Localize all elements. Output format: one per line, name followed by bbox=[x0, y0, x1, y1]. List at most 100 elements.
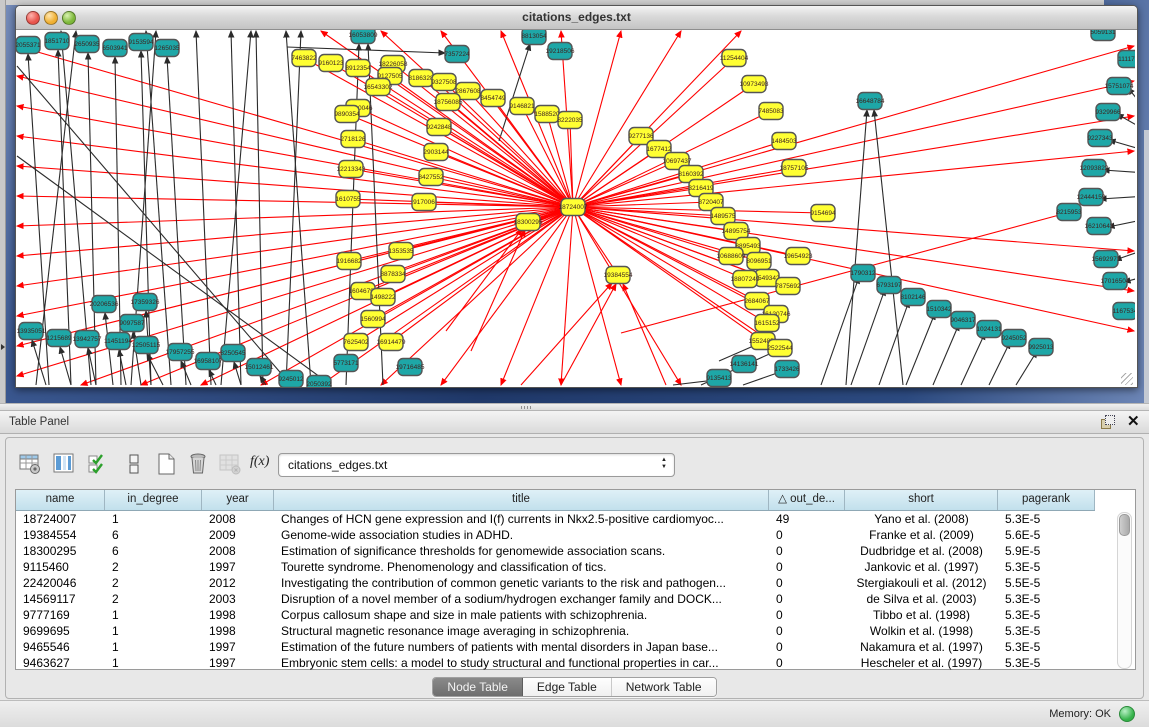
table-row[interactable]: 1872400712008Changes of HCN gene express… bbox=[16, 511, 1095, 527]
network-node[interactable]: 1510342 bbox=[926, 301, 952, 318]
network-node[interactable]: 6793197 bbox=[876, 277, 902, 294]
network-node[interactable]: 1615152 bbox=[754, 315, 780, 332]
network-node[interactable]: 1733426 bbox=[774, 361, 800, 378]
network-node[interactable]: 1790312 bbox=[850, 265, 876, 282]
network-node[interactable]: 18724007 bbox=[559, 199, 588, 216]
network-node[interactable]: 6503941 bbox=[102, 40, 128, 57]
network-node[interactable]: 1560994 bbox=[360, 311, 386, 328]
network-node[interactable]: 8186328 bbox=[408, 70, 434, 87]
table-mode-icon[interactable] bbox=[18, 452, 42, 476]
column-header-out_de[interactable]: △ out_de... bbox=[769, 490, 845, 510]
network-node[interactable]: 9097587 bbox=[119, 315, 145, 332]
network-node[interactable]: 2903144 bbox=[423, 144, 449, 161]
network-node[interactable]: 9154694 bbox=[810, 205, 836, 222]
table-row[interactable]: 1456911722003Disruption of a novel membe… bbox=[16, 591, 1095, 607]
tab-edge-table[interactable]: Edge Table bbox=[523, 678, 612, 696]
network-node[interactable]: 18300295 bbox=[514, 214, 543, 231]
network-node[interactable]: 9153594 bbox=[128, 34, 154, 51]
network-node[interactable]: 1588520 bbox=[534, 106, 560, 123]
float-panel-icon[interactable] bbox=[1101, 415, 1116, 430]
network-node[interactable]: 8878334 bbox=[380, 266, 406, 283]
network-node[interactable]: 8250545 bbox=[220, 345, 246, 362]
network-node[interactable]: 11254404 bbox=[720, 50, 749, 67]
network-node[interactable]: 9146821 bbox=[509, 98, 535, 115]
new-column-icon[interactable] bbox=[154, 452, 178, 476]
network-node[interactable]: 12444159 bbox=[1077, 189, 1106, 206]
network-node[interactable]: 12505115 bbox=[132, 337, 161, 354]
network-node[interactable]: 17957255 bbox=[166, 344, 195, 361]
left-panel-collapse-arrow-icon[interactable] bbox=[1, 344, 5, 350]
network-node[interactable]: 18757105 bbox=[780, 160, 809, 177]
network-node[interactable]: 11451194 bbox=[104, 333, 132, 350]
table-vertical-scrollbar[interactable] bbox=[1117, 512, 1132, 669]
network-node[interactable]: 16914479 bbox=[377, 334, 406, 351]
network-node[interactable]: 1353535 bbox=[388, 243, 414, 260]
network-node[interactable]: 16053809 bbox=[349, 30, 378, 44]
row-height-icon[interactable] bbox=[122, 452, 146, 476]
network-node[interactable]: 8215953 bbox=[1056, 204, 1082, 221]
network-node[interactable]: 9925013 bbox=[1028, 339, 1054, 356]
table-row[interactable]: 977716911998Corpus callosum shape and si… bbox=[16, 607, 1095, 623]
network-node[interactable]: 16958107 bbox=[194, 353, 223, 370]
network-window-titlebar[interactable]: citations_edges.txt bbox=[16, 6, 1137, 30]
network-node[interactable]: 1851710 bbox=[44, 33, 70, 50]
table-row[interactable]: 969969511998Structural magnetic resonanc… bbox=[16, 623, 1095, 639]
network-window[interactable]: citations_edges.txt 20553711851710265093… bbox=[15, 5, 1138, 388]
table-source-select[interactable]: citations_edges.txt ▲▼ bbox=[278, 453, 675, 477]
network-node[interactable]: 16543302 bbox=[364, 79, 393, 96]
column-header-year[interactable]: year bbox=[202, 490, 274, 510]
table-row[interactable]: 1830029562008Estimation of significance … bbox=[16, 543, 1095, 559]
network-node[interactable]: 9046317 bbox=[950, 312, 976, 329]
network-node[interactable]: 8102146 bbox=[900, 289, 926, 306]
network-node[interactable]: 9245052 bbox=[1001, 330, 1027, 347]
network-node[interactable]: 9227343 bbox=[1087, 130, 1113, 147]
network-node[interactable]: 18807249 bbox=[731, 271, 760, 288]
network-node[interactable]: 2650935 bbox=[74, 36, 100, 53]
network-node[interactable]: 1610755 bbox=[335, 191, 361, 208]
table-row[interactable]: 946554611997Estimation of the future num… bbox=[16, 639, 1095, 655]
network-node[interactable]: 1498222 bbox=[370, 289, 396, 306]
network-node[interactable]: 15012461 bbox=[245, 359, 274, 376]
network-node[interactable]: 13942757 bbox=[73, 331, 102, 348]
network-canvas[interactable]: 2055371185171026509356503941915359412650… bbox=[16, 30, 1135, 387]
network-node[interactable]: 19716485 bbox=[396, 359, 425, 376]
network-node[interactable]: 12213343 bbox=[337, 161, 366, 178]
network-node[interactable]: 917006 bbox=[412, 194, 436, 211]
column-header-pagerank[interactable]: pagerank bbox=[998, 490, 1095, 510]
network-node[interactable]: 17359326 bbox=[131, 294, 160, 311]
network-node[interactable]: 7357224 bbox=[444, 46, 470, 63]
tab-network-table[interactable]: Network Table bbox=[612, 678, 716, 696]
delete-column-icon[interactable] bbox=[186, 452, 210, 476]
network-node[interactable]: 1111753 bbox=[1118, 51, 1135, 68]
close-panel-icon[interactable]: ✕ bbox=[1127, 414, 1140, 429]
network-node[interactable]: 7625402 bbox=[343, 334, 369, 351]
network-node[interactable]: 8222035 bbox=[557, 112, 583, 129]
scrollbar-thumb[interactable] bbox=[1119, 514, 1130, 536]
network-node[interactable]: 14136141 bbox=[730, 356, 759, 373]
column-header-short[interactable]: short bbox=[845, 490, 998, 510]
network-node[interactable]: 8454749 bbox=[480, 90, 506, 107]
network-node[interactable]: 10688609 bbox=[717, 248, 746, 265]
network-node[interactable]: 7463822 bbox=[291, 50, 317, 67]
network-node[interactable]: 8912354 bbox=[345, 60, 371, 77]
network-node[interactable]: 8813054 bbox=[521, 30, 547, 45]
network-node[interactable]: 19384554 bbox=[604, 267, 633, 284]
network-node[interactable]: 1167534 bbox=[1113, 303, 1135, 320]
network-node[interactable]: 9890354 bbox=[334, 106, 360, 123]
column-header-title[interactable]: title bbox=[274, 490, 769, 510]
network-node[interactable]: 5059131 bbox=[1090, 30, 1116, 41]
column-header-name[interactable]: name bbox=[16, 490, 105, 510]
network-node[interactable]: 7875692 bbox=[775, 278, 801, 295]
network-node[interactable]: 1484503 bbox=[771, 133, 797, 150]
network-node[interactable]: 1265035 bbox=[154, 40, 180, 57]
network-node[interactable]: 19218506 bbox=[546, 43, 575, 60]
network-node[interactable]: 9245012 bbox=[278, 371, 304, 388]
table-row[interactable]: 911546021997Tourette syndrome. Phenomeno… bbox=[16, 559, 1095, 575]
network-node[interactable]: 9327508 bbox=[431, 74, 457, 91]
network-node[interactable]: 1215689 bbox=[46, 330, 72, 347]
function-builder-icon[interactable]: f(x) bbox=[250, 454, 274, 478]
network-node[interactable]: 15751074 bbox=[1105, 78, 1134, 95]
network-node[interactable]: 9160123 bbox=[318, 55, 344, 72]
network-node[interactable]: 15692971 bbox=[1092, 251, 1121, 268]
network-node[interactable]: 2718126 bbox=[340, 131, 366, 148]
